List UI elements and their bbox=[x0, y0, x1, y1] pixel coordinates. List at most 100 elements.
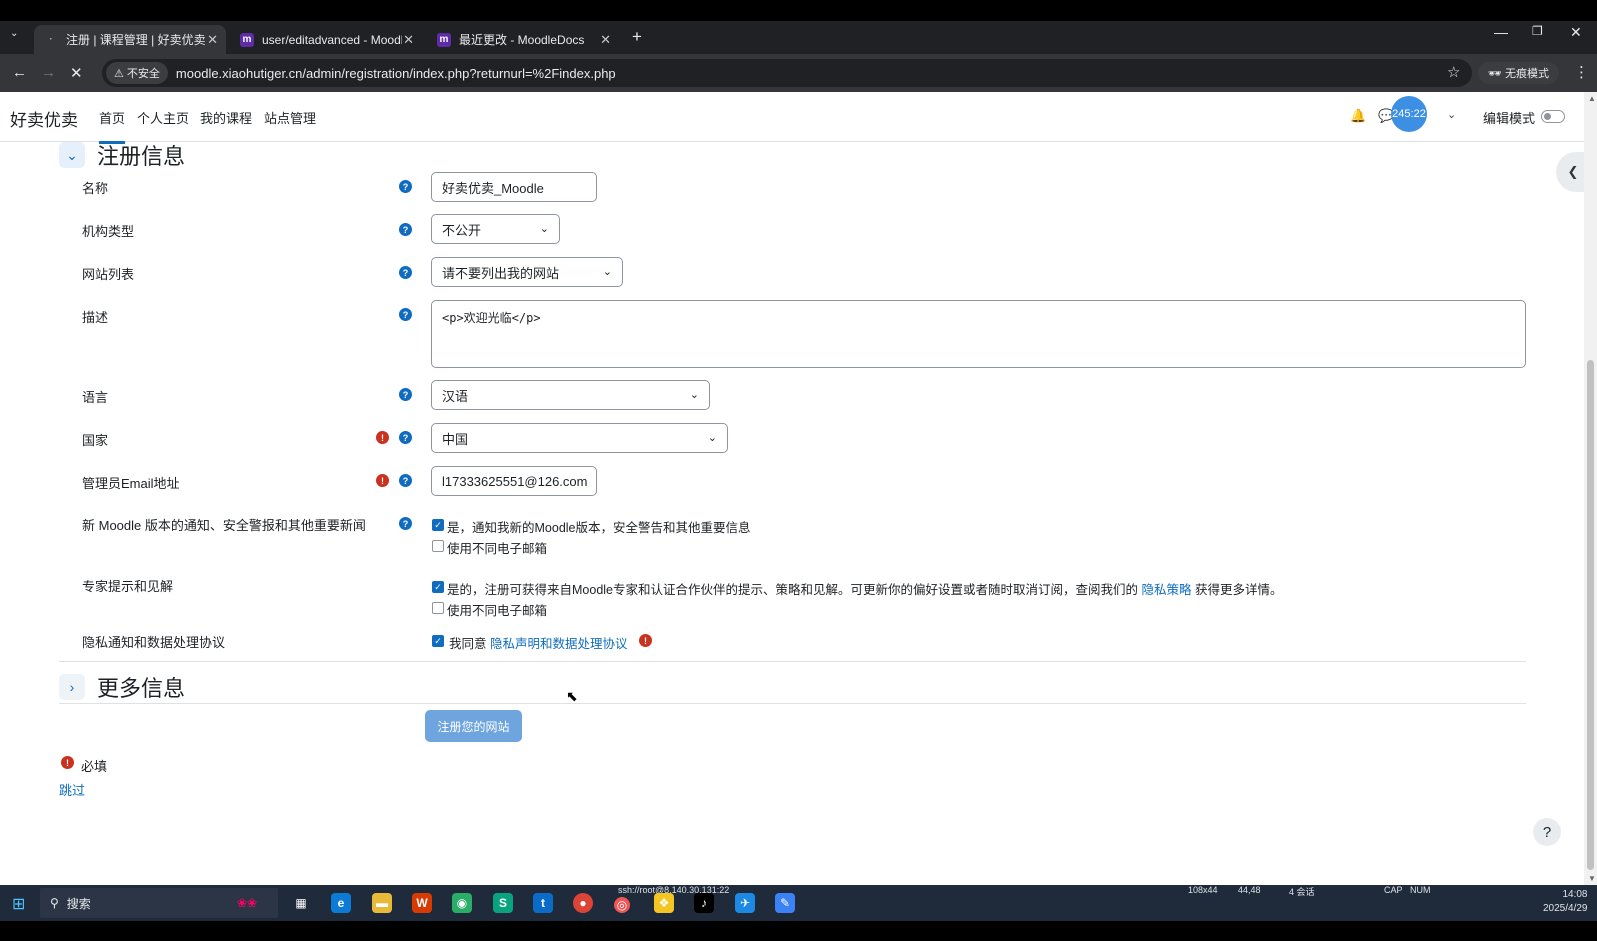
country-value: 中国 bbox=[442, 431, 469, 447]
register-site-button[interactable]: 注册您的网站 bbox=[425, 710, 522, 742]
notify-checkbox[interactable]: ✓ bbox=[432, 519, 444, 531]
expert-checkbox-label: 是的，注册可获得来自Moodle专家和认证合作伙伴的提示、策略和见解。可更新你的… bbox=[447, 579, 1283, 598]
country-select[interactable]: 中国 ⌄ bbox=[431, 423, 728, 453]
chevron-down-icon: ⌄ bbox=[602, 266, 612, 278]
search-label: 搜索 bbox=[66, 896, 91, 911]
help-icon[interactable]: ? bbox=[399, 308, 412, 321]
menu-icon[interactable]: ⋮ bbox=[1574, 63, 1589, 81]
help-icon[interactable]: ? bbox=[399, 474, 412, 487]
help-icon[interactable]: ? bbox=[399, 517, 412, 530]
page-help-icon[interactable]: ? bbox=[1533, 818, 1561, 846]
close-tab-icon[interactable]: ✕ bbox=[600, 32, 611, 48]
edit-mode-toggle[interactable] bbox=[1541, 110, 1565, 123]
new-tab-icon[interactable]: + bbox=[632, 27, 642, 47]
expert-diff-email-label: 使用不同电子邮箱 bbox=[447, 604, 548, 618]
tab-moodledocs[interactable]: m 最近更改 - MoodleDocs ✕ bbox=[427, 25, 619, 54]
loading-icon: · bbox=[44, 32, 58, 47]
scroll-up-icon[interactable]: ▲ bbox=[1588, 94, 1596, 103]
privacy-policy-link[interactable]: 隐私策略 bbox=[1141, 583, 1191, 597]
notify-label: 新 Moodle 版本的通知、安全警报和其他重要新闻 bbox=[82, 518, 366, 533]
privacy-agree-checkbox[interactable]: ✓ bbox=[432, 635, 444, 647]
notifications-bell-icon[interactable]: 🔔 bbox=[1350, 108, 1366, 124]
minimize-icon[interactable]: — bbox=[1494, 24, 1508, 40]
help-icon[interactable]: ? bbox=[399, 223, 412, 236]
required-icon: ! bbox=[61, 756, 74, 769]
insecure-label: 不安全 bbox=[126, 68, 160, 80]
task-view-icon[interactable]: ▦ bbox=[291, 893, 311, 913]
app-bird-icon[interactable]: ✈ bbox=[735, 893, 755, 913]
expert-diff-email-checkbox[interactable] bbox=[432, 602, 444, 614]
nav-dashboard[interactable]: 个人主页 bbox=[137, 108, 189, 127]
app-blue-icon[interactable]: t bbox=[533, 893, 553, 913]
scroll-down-icon[interactable]: ▼ bbox=[1588, 874, 1596, 883]
section-title: 更多信息 bbox=[97, 676, 186, 701]
wechat-icon[interactable]: ◉ bbox=[452, 893, 472, 913]
name-label: 名称 bbox=[82, 181, 109, 196]
site-list-select[interactable]: 请不要列出我的网站 ⌄ bbox=[431, 257, 623, 287]
notify-diff-email-label: 使用不同电子邮箱 bbox=[447, 542, 548, 556]
nav-home[interactable]: 首页 bbox=[99, 108, 126, 144]
app-green-icon[interactable]: S bbox=[493, 893, 513, 913]
nav-site-admin[interactable]: 站点管理 bbox=[264, 108, 316, 127]
wps-icon[interactable]: W bbox=[412, 893, 432, 913]
tiktok-icon[interactable]: ♪ bbox=[694, 893, 714, 913]
org-type-select[interactable]: 不公开 ⌄ bbox=[431, 214, 560, 244]
back-icon[interactable]: ← bbox=[12, 64, 27, 81]
forward-icon[interactable]: → bbox=[41, 64, 56, 81]
site-brand[interactable]: 好卖优卖 bbox=[10, 106, 78, 131]
page-content: 好卖优卖 首页 个人主页 我的课程 站点管理 🔔 💬 245:22 ⌄ 编辑模式… bbox=[0, 92, 1597, 885]
expand-chevron-right-icon[interactable]: › bbox=[59, 674, 85, 700]
windows-taskbar: ⊞ ⚲ 搜索 ❀❀ ▦ e ▬ W ◉ S t ● ssh://root@8.1… bbox=[0, 885, 1597, 921]
insecure-badge[interactable]: ⚠ 不安全 bbox=[106, 62, 168, 84]
close-tab-icon[interactable]: ✕ bbox=[207, 32, 218, 48]
email-field[interactable]: l17333625551@126.com bbox=[431, 466, 597, 496]
language-select[interactable]: 汉语 ⌄ bbox=[431, 380, 710, 410]
name-field[interactable]: 好卖优卖_Moodle bbox=[431, 172, 597, 202]
reload-icon[interactable]: ✕ bbox=[70, 64, 83, 82]
close-window-icon[interactable]: ✕ bbox=[1570, 24, 1582, 41]
help-icon[interactable]: ? bbox=[399, 266, 412, 279]
file-explorer-icon[interactable]: ▬ bbox=[372, 893, 392, 913]
tab-list-chevron-icon[interactable]: ⌄ bbox=[10, 28, 18, 39]
incognito-icon: 🕶 bbox=[1488, 68, 1502, 80]
more-info-section-header[interactable]: › 更多信息 bbox=[59, 671, 185, 703]
incognito-badge[interactable]: 🕶 无痕模式 bbox=[1478, 62, 1560, 84]
help-icon[interactable]: ? bbox=[399, 180, 412, 193]
nav-my-courses[interactable]: 我的课程 bbox=[200, 108, 252, 127]
chrome-icon[interactable]: ● bbox=[573, 893, 593, 913]
collapse-chevron-down-icon[interactable]: ⌄ bbox=[59, 142, 85, 168]
edge-icon[interactable]: e bbox=[331, 893, 351, 913]
user-menu-chevron-icon[interactable]: ⌄ bbox=[1447, 108, 1456, 121]
folder-icon[interactable]: ❖ bbox=[654, 893, 674, 913]
moodle-icon: m bbox=[240, 32, 254, 47]
description-textarea[interactable]: <p>欢迎光临</p> bbox=[431, 300, 1526, 368]
page-scrollbar[interactable] bbox=[1584, 92, 1597, 885]
bookmark-star-icon[interactable]: ☆ bbox=[1447, 63, 1460, 81]
clock-date: 2025/4/29 bbox=[1543, 903, 1588, 914]
timer-badge: 245:22 bbox=[1391, 96, 1427, 132]
omnibox[interactable]: ⚠ 不安全 moodle.xiaohutiger.cn/admin/regist… bbox=[102, 59, 1472, 87]
expert-checkbox[interactable]: ✓ bbox=[432, 581, 444, 593]
term-pos: 44,48 bbox=[1238, 885, 1261, 895]
privacy-notice-link[interactable]: 隐私声明和数据处理协议 bbox=[490, 637, 628, 651]
email-label: 管理员Email地址 bbox=[82, 476, 180, 491]
restore-icon[interactable]: ❐ bbox=[1532, 24, 1543, 38]
help-icon[interactable]: ? bbox=[399, 431, 412, 444]
registration-section-header[interactable]: ⌄ 注册信息 bbox=[59, 139, 185, 171]
site-list-value: 请不要列出我的网站 bbox=[442, 265, 560, 281]
notify-diff-email-checkbox[interactable] bbox=[432, 540, 444, 552]
language-value: 汉语 bbox=[442, 388, 469, 404]
search-highlight-icon: ❀❀ bbox=[236, 896, 258, 910]
tab-registration[interactable]: · 注册 | 课程管理 | 好卖优卖 ✕ bbox=[34, 25, 226, 54]
description-label: 描述 bbox=[82, 310, 109, 325]
app-edit-icon[interactable]: ✎ bbox=[775, 893, 795, 913]
skip-link[interactable]: 跳过 bbox=[59, 780, 85, 799]
moodle-icon: m bbox=[437, 32, 451, 47]
close-tab-icon[interactable]: ✕ bbox=[403, 32, 414, 48]
windows-start-icon[interactable]: ⊞ bbox=[12, 894, 25, 914]
help-icon[interactable]: ? bbox=[399, 388, 412, 401]
scrollbar-thumb[interactable] bbox=[1587, 360, 1594, 870]
weibo-icon[interactable]: ◎ bbox=[614, 897, 630, 913]
tab-editadvanced[interactable]: m user/editadvanced - Moodle ✕ bbox=[230, 25, 422, 54]
system-clock[interactable]: 14:08 2025/4/29 bbox=[1543, 888, 1588, 916]
